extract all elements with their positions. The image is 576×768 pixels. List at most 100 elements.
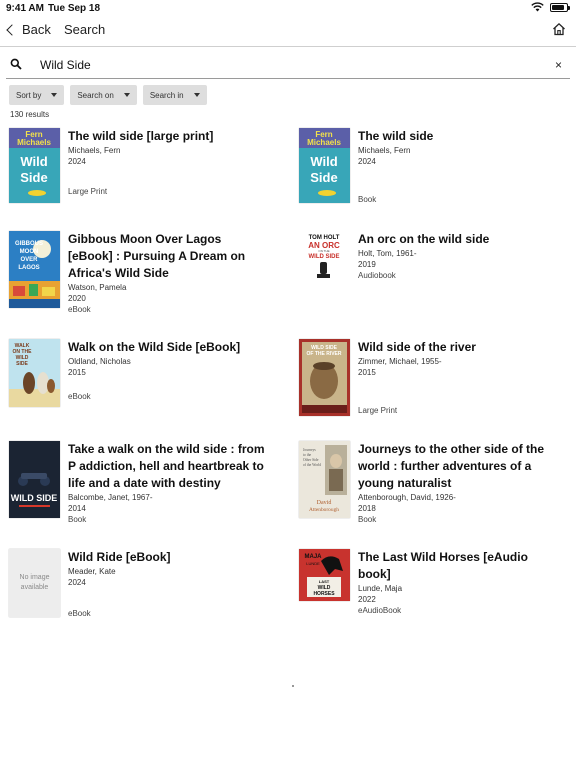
result-year: 2015 (358, 368, 376, 377)
result-year: 2024 (68, 157, 86, 166)
result-title: Journeys to the other side of the world … (358, 442, 545, 490)
search-on-dropdown[interactable]: Search on (70, 85, 137, 105)
result-year: 2020 (68, 294, 86, 303)
book-cover: TOM HOLT AN ORC ON THE WILD SIDE (299, 231, 350, 284)
svg-text:David: David (317, 500, 332, 506)
result-title: Wild Ride [eBook] (68, 550, 171, 564)
result-format: eBook (68, 392, 91, 401)
svg-text:Attenborough: Attenborough (309, 507, 339, 513)
triangle-down-icon (193, 93, 200, 97)
result-author: Oldland, Nicholas (68, 357, 131, 366)
status-time: 9:41 AM (6, 3, 44, 14)
search-icon (10, 58, 22, 70)
svg-text:GIBBOUS: GIBBOUS (15, 241, 43, 247)
loading-indicator (292, 685, 294, 687)
battery-icon (550, 2, 570, 12)
list-item[interactable]: WILD SIDE Take a walk on the wild side :… (9, 441, 299, 549)
list-item[interactable]: Fern Michaels Wild Side The wild side [l… (9, 128, 299, 231)
results-list: Fern Michaels Wild Side The wild side [l… (9, 128, 567, 629)
result-year: 2014 (68, 504, 86, 513)
svg-text:SIDE: SIDE (16, 361, 28, 367)
svg-text:OF THE RIVER: OF THE RIVER (306, 351, 341, 357)
result-title: The wild side [large print] (68, 129, 214, 143)
result-author: Balcombe, Janet, 1967- (68, 493, 153, 502)
book-cover: MAJA LUNDE LAST WILD HORSES (299, 549, 350, 601)
list-item[interactable]: Journeys to the Other Side of the World … (299, 441, 567, 549)
result-year: 2019 (358, 260, 376, 269)
book-cover: WILD SIDE OF THE RIVER (299, 339, 350, 416)
nav-bar: Back Search (0, 18, 576, 47)
status-bar: 9:41 AM Tue Sep 18 (0, 0, 576, 16)
result-year: 2022 (358, 595, 376, 604)
filter-label: Search on (77, 90, 114, 100)
result-format: Book (68, 515, 87, 524)
list-item[interactable]: WILD SIDE OF THE RIVER Wild side of the … (299, 339, 567, 441)
result-format: Large Print (68, 187, 108, 196)
svg-text:LAGOS: LAGOS (18, 265, 39, 271)
svg-text:to the: to the (303, 453, 311, 457)
result-title: Walk on the Wild Side [eBook] (68, 340, 241, 354)
result-title: An orc on the wild side (358, 232, 490, 246)
book-cover: WILD SIDE (9, 441, 60, 518)
chevron-left-icon (6, 23, 18, 36)
back-button[interactable]: Back (6, 22, 51, 37)
book-cover: Journeys to the Other Side of the World … (299, 441, 350, 518)
home-icon[interactable] (552, 22, 566, 36)
no-image-placeholder: No image available (9, 549, 60, 617)
triangle-down-icon (51, 93, 58, 97)
filter-label: Search in (149, 90, 184, 100)
results-count: 130 results (10, 110, 50, 119)
list-item[interactable]: No image available Wild Ride [eBook] Mea… (9, 549, 299, 629)
result-author: Watson, Pamela (68, 283, 127, 292)
result-author: Lunde, Maja (358, 584, 403, 593)
back-label: Back (22, 22, 51, 37)
book-cover: Fern Michaels Wild Side (9, 128, 60, 203)
result-year: 2024 (68, 578, 86, 587)
svg-text:ON THE: ON THE (318, 249, 329, 253)
result-author: Michaels, Fern (358, 146, 411, 155)
list-item[interactable]: MAJA LUNDE LAST WILD HORSES The Last Wil… (299, 549, 567, 629)
search-input[interactable] (40, 56, 520, 74)
result-format: Audiobook (358, 271, 396, 280)
svg-text:Wild: Wild (20, 154, 47, 169)
result-title: Take a walk on the wild side : from P ad… (68, 442, 265, 490)
result-title: The Last Wild Horses [eAudio book] (358, 550, 528, 581)
svg-text:Other Side: Other Side (303, 458, 319, 462)
svg-text:Side: Side (310, 170, 337, 185)
filter-bar: Sort by Search on Search in (9, 85, 207, 105)
svg-text:Side: Side (20, 170, 47, 185)
result-author: Zimmer, Michael, 1955- (358, 357, 442, 366)
result-title: Gibbous Moon Over Lagos [eBook] : Pursui… (68, 232, 246, 280)
result-author: Meader, Kate (68, 567, 116, 576)
cover-text: WILD SIDE (309, 254, 340, 260)
no-image-text: No image available (19, 574, 50, 591)
clear-search-button[interactable]: × (555, 58, 562, 72)
list-item[interactable]: GIBBOUS MOON OVER LAGOS Gibbous Moon Ove… (9, 231, 299, 339)
result-author: Attenborough, David, 1926- (358, 493, 456, 502)
cover-text: LUNDE (306, 561, 320, 566)
result-format: eBook (68, 609, 91, 618)
book-cover: GIBBOUS MOON OVER LAGOS (9, 231, 60, 308)
result-author: Holt, Tom, 1961- (358, 249, 417, 258)
sort-by-dropdown[interactable]: Sort by (9, 85, 65, 105)
list-item[interactable]: WALK ON THE WILD SIDE Walk on the Wild S… (9, 339, 299, 441)
page-title: Search (64, 22, 106, 37)
result-format: Book (358, 195, 377, 204)
result-year: 2018 (358, 504, 376, 513)
svg-text:LAST: LAST (319, 579, 330, 584)
result-format: eAudioBook (358, 606, 402, 615)
list-item[interactable]: Fern Michaels Wild Side The wild side Mi… (299, 128, 567, 231)
result-title: Wild side of the river (358, 340, 476, 354)
wifi-icon (531, 2, 544, 12)
status-date: Tue Sep 18 (48, 3, 101, 14)
svg-text:HORSES: HORSES (313, 591, 335, 597)
svg-text:Wild: Wild (310, 154, 337, 169)
result-title: The wild side (358, 129, 434, 143)
book-cover: Fern Michaels Wild Side (299, 128, 350, 203)
search-in-dropdown[interactable]: Search in (142, 85, 207, 105)
list-item[interactable]: TOM HOLT AN ORC ON THE WILD SIDE An orc … (299, 231, 567, 339)
svg-text:Journeys: Journeys (303, 448, 316, 452)
result-year: 2024 (358, 157, 376, 166)
result-year: 2015 (68, 368, 86, 377)
svg-text:OVER: OVER (20, 257, 38, 263)
